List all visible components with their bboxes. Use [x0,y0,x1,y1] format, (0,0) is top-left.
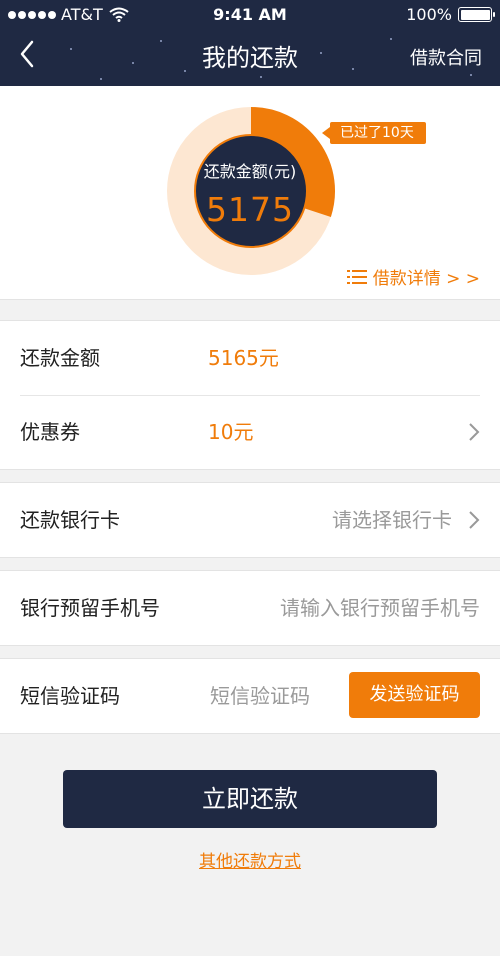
status-bar: AT&T 9:41 AM 100% [0,0,500,30]
coupon-row[interactable]: 优惠券 10元 [0,395,500,469]
other-methods-row: 其他还款方式 [0,847,500,872]
battery-icon [458,7,495,22]
bank-card-hint: 请选择银行卡 [332,508,452,532]
bank-card-row[interactable]: 还款银行卡 请选择银行卡 [0,483,500,557]
amount-value: 5165元 [208,346,279,370]
loan-detail-label: 借款详情 > > [372,269,480,289]
coupon-label: 优惠券 [20,420,80,444]
other-repayment-methods-link[interactable]: 其他还款方式 [199,852,301,872]
battery-percent: 100% [406,5,452,24]
phone-row: 银行预留手机号 请输入银行预留手机号 [0,571,500,645]
center-amount: 5175 [206,190,294,229]
amount-row: 还款金额 5165元 [0,321,500,395]
amount-card: 还款金额 5165元 优惠券 10元 [0,320,500,470]
list-icon [346,269,367,284]
amount-label: 还款金额 [20,346,100,370]
phone-input[interactable]: 请输入银行预留手机号 [280,571,480,645]
loan-detail-link[interactable]: 借款详情 > > [346,264,480,289]
sms-row: 短信验证码 短信验证码 发送验证码 [0,659,500,733]
top-bar: AT&T 9:41 AM 100% 我的还款 借款合同 [0,0,500,86]
coupon-value: 10元 [208,420,254,444]
repay-now-button[interactable]: 立即还款 [63,770,437,828]
loan-contract-link[interactable]: 借款合同 [410,44,482,70]
sms-section: 短信验证码 短信验证码 发送验证码 [0,658,500,734]
phone-section: 银行预留手机号 请输入银行预留手机号 [0,570,500,646]
bank-card-label: 还款银行卡 [20,508,120,532]
bank-card-section: 还款银行卡 请选择银行卡 [0,482,500,558]
sms-label: 短信验证码 [20,684,120,708]
phone-label: 银行预留手机号 [20,596,160,620]
elapsed-days-tip: 已过了10天 [322,122,426,144]
repayment-summary: 还款金额(元) 5175 已过了10天 借款详情 > > [0,86,500,300]
chevron-right-icon [469,423,480,441]
chevron-right-icon [469,511,480,529]
send-code-button[interactable]: 发送验证码 [349,672,480,718]
sms-code-input[interactable]: 短信验证码 [210,659,310,733]
center-label: 还款金额(元) [203,162,297,181]
